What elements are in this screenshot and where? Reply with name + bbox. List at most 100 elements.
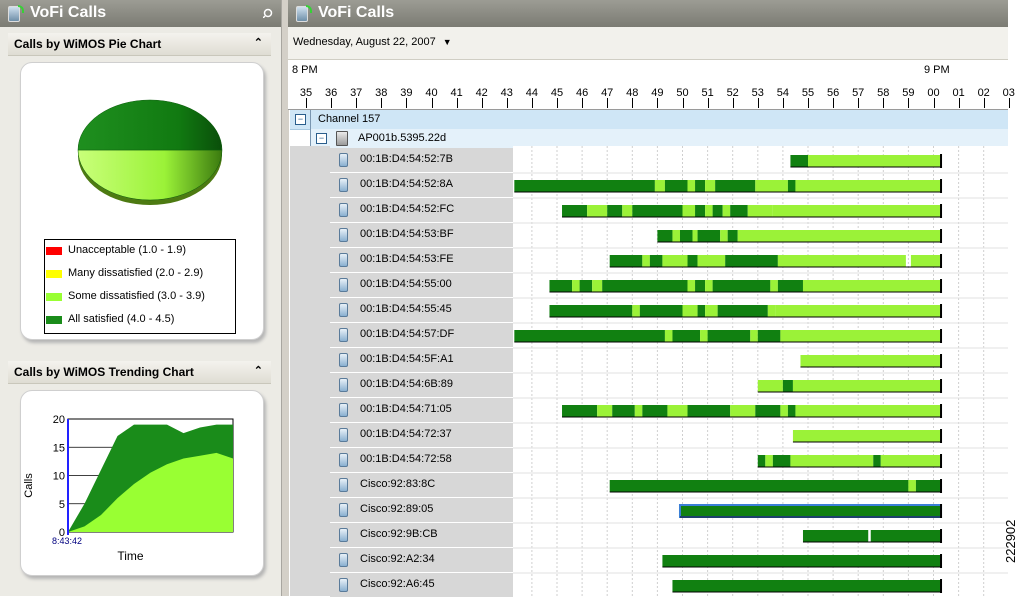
call-row-label[interactable]: Cisco:92:A6:45 [330, 573, 513, 598]
call-segment[interactable] [549, 305, 633, 317]
call-segment[interactable] [667, 405, 688, 417]
call-segment[interactable] [632, 305, 640, 317]
call-segment[interactable] [579, 280, 593, 292]
call-segment[interactable] [695, 205, 706, 217]
call-segment[interactable] [697, 305, 706, 317]
call-segment[interactable] [562, 205, 588, 217]
call-segment[interactable] [873, 455, 881, 467]
call-row-label[interactable]: 00:1B:D4:54:55:45 [330, 298, 513, 323]
call-segment[interactable] [587, 205, 608, 217]
call-row-label[interactable]: 00:1B:D4:54:72:58 [330, 448, 513, 473]
call-segment[interactable] [790, 455, 874, 467]
call-segment[interactable] [720, 230, 728, 242]
call-segment[interactable] [775, 305, 942, 317]
call-segment[interactable] [802, 530, 869, 542]
call-segment[interactable] [654, 180, 665, 192]
call-segment[interactable] [602, 280, 688, 292]
call-segment[interactable] [622, 205, 633, 217]
call-segment[interactable] [639, 305, 683, 317]
call-segment[interactable] [612, 405, 635, 417]
call-segment[interactable] [695, 180, 706, 192]
call-segment[interactable] [664, 180, 688, 192]
call-segment[interactable] [717, 305, 768, 317]
call-segment[interactable] [712, 205, 723, 217]
call-segment[interactable] [514, 180, 655, 192]
call-segment[interactable] [664, 330, 673, 342]
call-row-label[interactable]: 00:1B:D4:54:71:05 [330, 398, 513, 423]
call-segment[interactable] [562, 405, 598, 417]
call-row-label[interactable]: Cisco:92:83:8C [330, 473, 513, 498]
call-segment[interactable] [707, 330, 751, 342]
call-segment[interactable] [679, 230, 693, 242]
call-segment[interactable] [780, 330, 942, 342]
call-segment[interactable] [755, 405, 781, 417]
call-segment[interactable] [634, 405, 643, 417]
call-row-label[interactable]: 00:1B:D4:54:5F:A1 [330, 348, 513, 373]
call-segment[interactable] [802, 280, 942, 292]
call-segment[interactable] [777, 280, 803, 292]
call-segment[interactable] [737, 230, 942, 242]
call-segment[interactable] [609, 480, 909, 492]
call-segment[interactable] [765, 455, 773, 467]
call-segment[interactable] [687, 180, 696, 192]
call-segment[interactable] [795, 180, 942, 192]
call-segment[interactable] [687, 405, 731, 417]
call-segment[interactable] [715, 180, 756, 192]
call-segment[interactable] [910, 255, 942, 267]
call-segment[interactable] [787, 405, 796, 417]
call-row-label[interactable]: 00:1B:D4:54:72:37 [330, 423, 513, 448]
call-segment[interactable] [687, 280, 696, 292]
call-row-label[interactable]: 00:1B:D4:54:52:8A [330, 173, 513, 198]
collapse-minus-icon[interactable]: − [295, 114, 306, 125]
call-row-label[interactable]: 00:1B:D4:54:55:00 [330, 273, 513, 298]
call-segment[interactable] [747, 205, 773, 217]
call-segment[interactable] [672, 230, 680, 242]
call-segment[interactable] [787, 180, 796, 192]
call-segment[interactable] [695, 280, 706, 292]
call-segment[interactable] [672, 330, 701, 342]
double-chevron-up-icon[interactable]: ⌃ [254, 36, 263, 49]
call-segment[interactable] [767, 305, 776, 317]
call-segment[interactable] [682, 305, 698, 317]
call-segment[interactable] [722, 205, 731, 217]
call-segment[interactable] [730, 405, 756, 417]
call-segment[interactable] [795, 405, 942, 417]
call-segment[interactable] [880, 455, 942, 467]
call-row-label[interactable]: Cisco:92:89:05 [330, 498, 513, 523]
call-segment[interactable] [700, 330, 708, 342]
call-segment[interactable] [705, 180, 716, 192]
call-segment[interactable] [649, 255, 663, 267]
call-segment[interactable] [678, 504, 943, 518]
call-segment[interactable] [790, 155, 808, 167]
call-segment[interactable] [705, 205, 713, 217]
call-segment[interactable] [514, 330, 665, 342]
call-segment[interactable] [800, 355, 942, 367]
call-segment[interactable] [642, 255, 650, 267]
pie-section-header[interactable]: Calls by WiMOS Pie Chart ⌃ [8, 33, 271, 56]
call-row-label[interactable]: 00:1B:D4:54:52:FC [330, 198, 513, 223]
call-segment[interactable] [772, 205, 942, 217]
call-segment[interactable] [782, 380, 793, 392]
call-segment[interactable] [549, 280, 573, 292]
double-chevron-up-icon[interactable]: ⌃ [254, 364, 263, 377]
call-segment[interactable] [727, 230, 738, 242]
call-segment[interactable] [915, 480, 942, 492]
call-segment[interactable] [712, 280, 771, 292]
call-segment[interactable] [682, 205, 696, 217]
call-segment[interactable] [597, 405, 613, 417]
call-segment[interactable] [572, 280, 580, 292]
call-segment[interactable] [662, 555, 942, 567]
call-segment[interactable] [672, 580, 942, 592]
pin-icon[interactable] [263, 8, 273, 18]
call-segment[interactable] [757, 455, 766, 467]
call-segment[interactable] [908, 480, 916, 492]
call-segment[interactable] [592, 280, 603, 292]
call-segment[interactable] [705, 305, 718, 317]
call-row-label[interactable]: 00:1B:D4:54:57:DF [330, 323, 513, 348]
call-segment[interactable] [808, 155, 942, 167]
date-selector[interactable]: Wednesday, August 22, 2007 ▼ [293, 36, 452, 48]
call-row-label[interactable]: 00:1B:D4:54:6B:89 [330, 373, 513, 398]
call-segment[interactable] [870, 530, 942, 542]
call-segment[interactable] [687, 255, 698, 267]
call-segment[interactable] [757, 330, 781, 342]
